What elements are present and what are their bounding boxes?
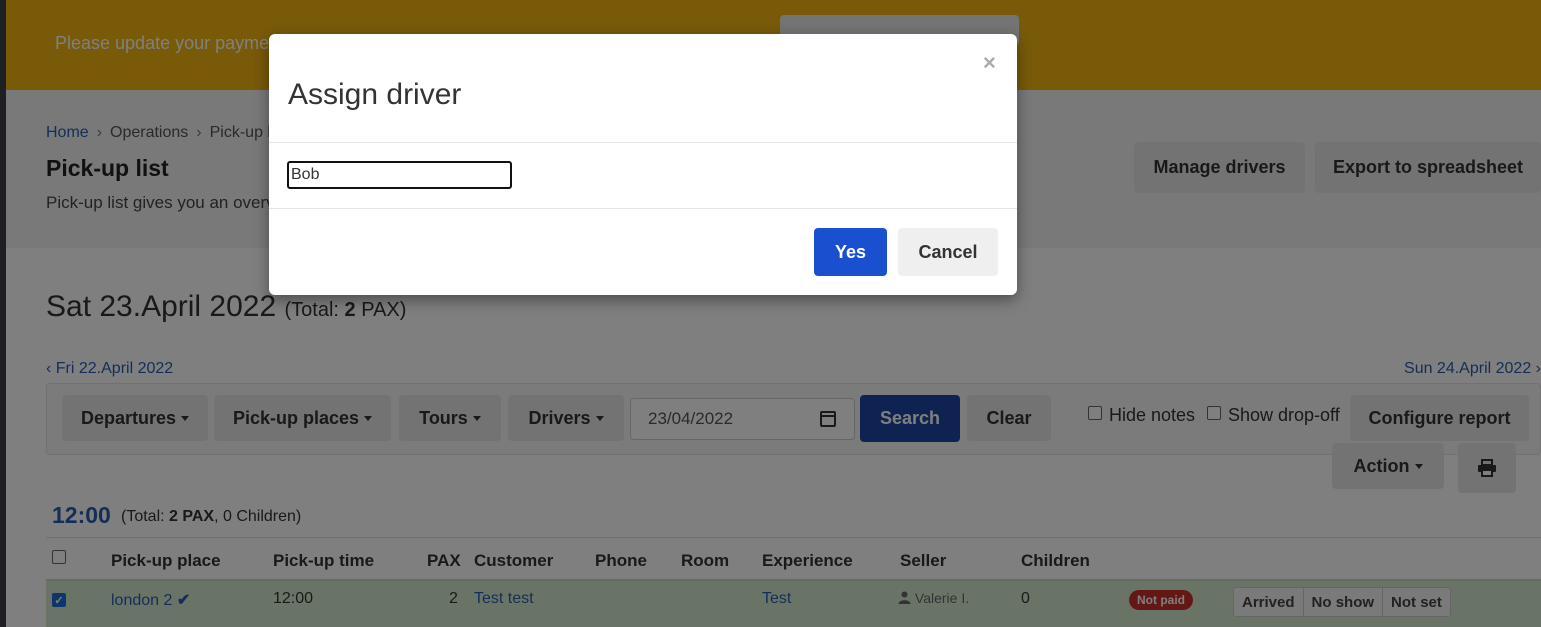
modal-title: Assign driver: [288, 78, 462, 111]
close-icon[interactable]: ×: [983, 50, 996, 76]
assign-driver-modal: Assign driver × Yes Cancel: [269, 34, 1017, 295]
driver-name-input[interactable]: [287, 161, 512, 189]
yes-button[interactable]: Yes: [814, 228, 887, 276]
modal-divider: [269, 142, 1017, 143]
modal-divider: [269, 208, 1017, 209]
cancel-button[interactable]: Cancel: [898, 228, 998, 276]
